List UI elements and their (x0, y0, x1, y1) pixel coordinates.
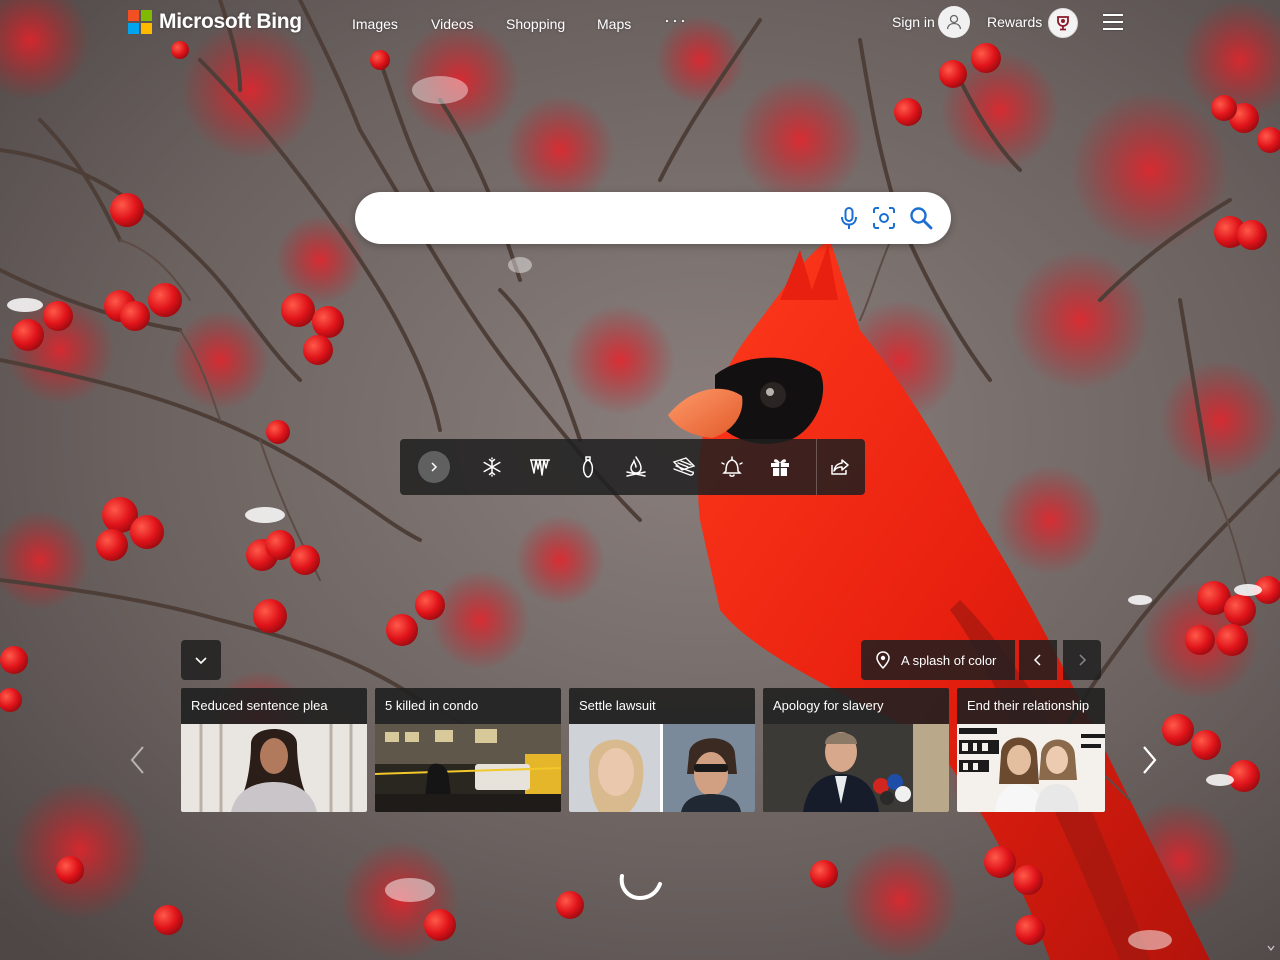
chevron-right-icon[interactable] (418, 451, 450, 483)
gift-icon[interactable] (768, 455, 792, 479)
location-label: A splash of color (901, 652, 997, 668)
location-pin-icon (876, 651, 890, 670)
avatar[interactable] (938, 6, 970, 38)
carousel-next-icon[interactable] (1139, 744, 1159, 776)
chevron-left-icon (1033, 654, 1041, 666)
search-input[interactable] (377, 204, 821, 234)
bell-icon[interactable] (720, 455, 744, 479)
microsoft-logo-icon (128, 10, 152, 34)
fire-icon[interactable] (624, 455, 648, 479)
news-card[interactable]: 5 killed in condo (375, 688, 561, 812)
news-card-image (569, 724, 755, 812)
nav-more-button[interactable]: ··· (664, 10, 688, 31)
news-card-title: End their relationship (967, 698, 1090, 713)
ornament-icon[interactable] (576, 455, 600, 479)
nav-videos[interactable]: Videos (431, 16, 474, 32)
microphone-icon[interactable] (836, 205, 862, 231)
collapse-feed-button[interactable] (181, 640, 221, 680)
brand-name: Microsoft Bing (159, 10, 302, 33)
sign-in-link[interactable]: Sign in (892, 14, 935, 30)
nav-images[interactable]: Images (352, 16, 398, 32)
bing-logo[interactable]: Microsoft Bing (128, 10, 302, 34)
search-icon[interactable] (908, 205, 934, 231)
menu-hamburger-icon[interactable] (1103, 14, 1123, 30)
loading-spinner-icon (619, 874, 662, 901)
news-card-image (181, 724, 367, 812)
sled-icon[interactable] (672, 455, 696, 479)
search-box (355, 192, 951, 244)
image-location-button[interactable]: A splash of color (861, 640, 1015, 680)
nav-maps[interactable]: Maps (597, 16, 631, 32)
share-icon[interactable] (828, 455, 852, 479)
news-card-title: Apology for slavery (773, 698, 884, 713)
nav-shopping[interactable]: Shopping (506, 16, 565, 32)
previous-image-button[interactable] (1019, 640, 1057, 680)
chevron-down-icon (195, 657, 207, 665)
news-card-title: 5 killed in condo (385, 698, 479, 713)
news-card-title: Settle lawsuit (579, 698, 656, 713)
news-card-image (763, 724, 949, 812)
news-card-image (375, 724, 561, 812)
rewards-link[interactable]: Rewards (987, 14, 1042, 30)
snowflake-icon[interactable] (480, 455, 504, 479)
icicles-icon[interactable] (528, 455, 552, 479)
news-card[interactable]: Settle lawsuit (569, 688, 755, 812)
carousel-prev-icon[interactable] (128, 744, 148, 776)
user-icon (946, 14, 962, 30)
news-card-title: Reduced sentence plea (191, 698, 328, 713)
news-card[interactable]: Apology for slavery (763, 688, 949, 812)
toolbar-divider (816, 439, 817, 495)
news-card-image (957, 724, 1105, 812)
next-image-button[interactable] (1063, 640, 1101, 680)
visual-search-icon[interactable] (871, 205, 897, 231)
news-card[interactable]: Reduced sentence plea (181, 688, 367, 812)
scroll-down-icon[interactable] (1266, 942, 1276, 956)
chevron-right-icon (1079, 654, 1087, 666)
news-card[interactable]: End their relationship (957, 688, 1105, 812)
homepage-toolbar (400, 439, 865, 495)
rewards-trophy-icon[interactable] (1048, 8, 1078, 38)
